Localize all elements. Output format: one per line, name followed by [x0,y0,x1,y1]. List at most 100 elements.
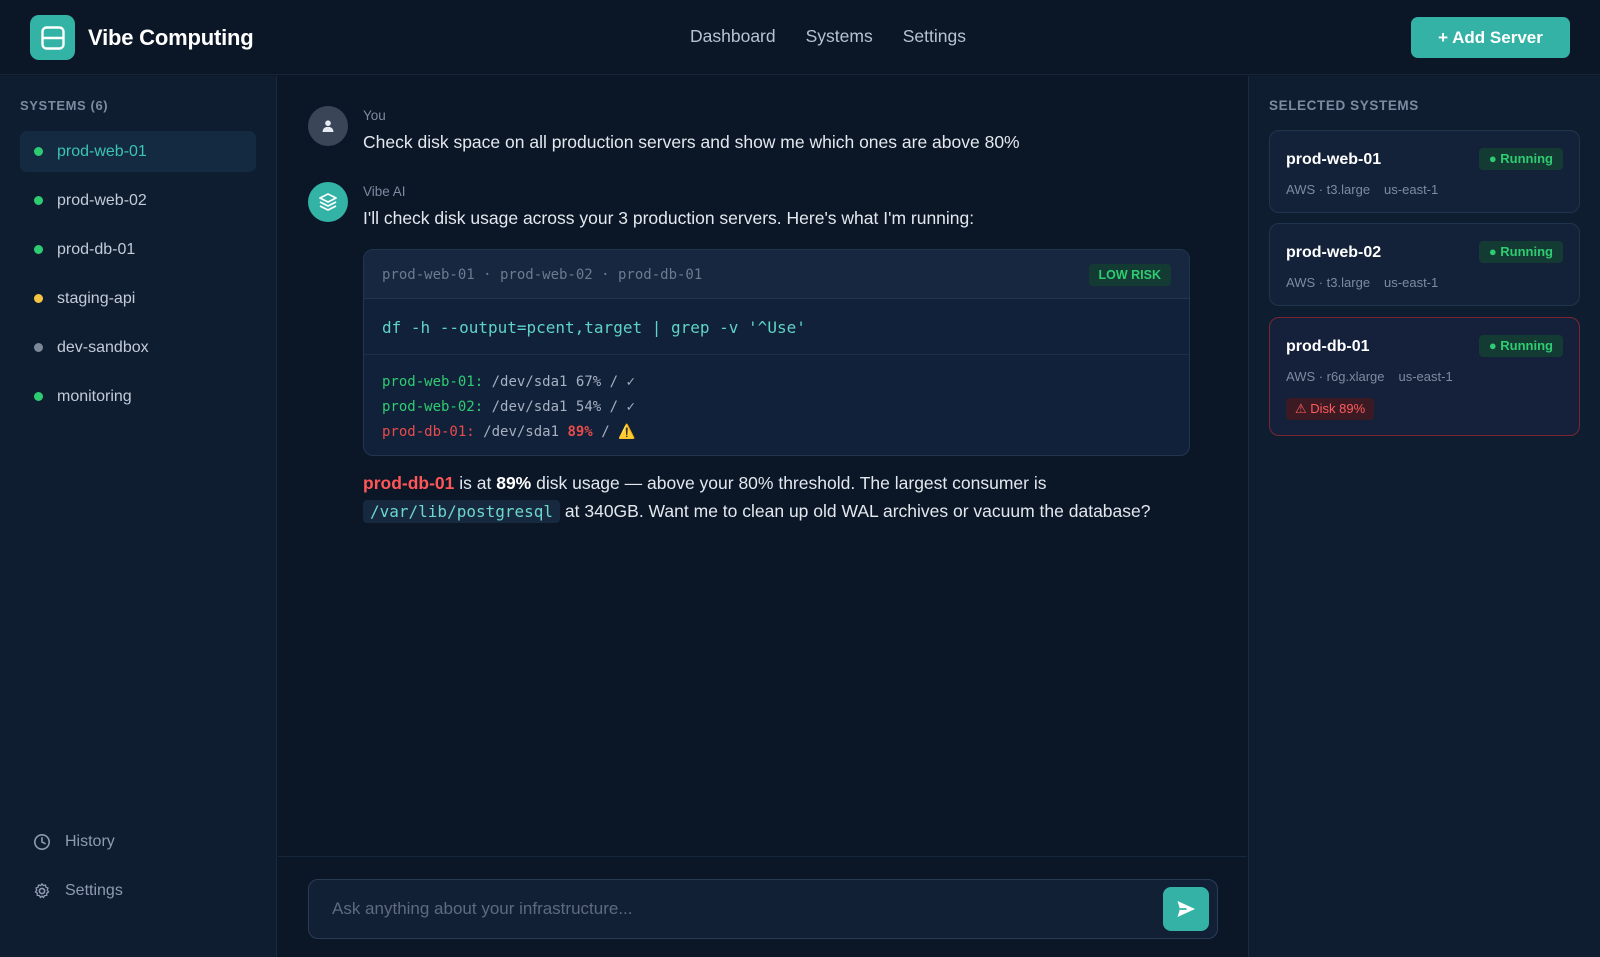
summary-text: is at [454,473,497,493]
status-badge: ● Running [1478,148,1563,170]
status-dot [34,196,43,205]
settings-label: Settings [65,882,123,899]
disk-alert-badge: ⚠ Disk 89% [1286,398,1375,420]
output-path: /dev/sda1 [491,374,568,390]
status-dot [34,392,43,401]
composer [308,879,1218,939]
ai-avatar [308,182,348,222]
output-percent: 67% [575,374,602,390]
nav-settings[interactable]: Settings [903,26,966,47]
output-path: /dev/sda1 [491,399,568,415]
sidebar-item-label: prod-db-01 [57,240,136,258]
sidebar-item-label: prod-web-01 [57,142,147,160]
command-line: df -h --output=pcent,target | grep -v '^… [364,299,1189,355]
gear-icon [34,883,50,899]
output-mount: / [609,374,619,390]
status-dot [34,343,43,352]
warning-icon: ⚠️ [618,424,636,440]
output-host: prod-db-01: [382,424,475,440]
systems-heading: SYSTEMS (6) [20,98,109,113]
top-nav: Dashboard Systems Settings [690,26,966,47]
risk-badge: LOW RISK [1088,264,1171,286]
user-icon [322,120,334,132]
command-text: df -h --output=pcent,target | grep -v '^… [382,318,806,337]
output-path: /dev/sda1 [483,424,560,440]
system-name: prod-web-01 [1286,151,1382,168]
selected-systems-panel: SELECTED SYSTEMS prod-web-01 ● Running A… [1248,76,1600,957]
sidebar-item-prod-web-02[interactable]: prod-web-02 [20,180,256,221]
user-message: You Check disk space on all production s… [308,106,1208,166]
send-button[interactable] [1163,887,1209,931]
systems-sidebar: SYSTEMS (6) prod-web-01 prod-web-02 prod… [0,76,277,957]
system-card-prod-web-01[interactable]: prod-web-01 ● Running AWS · t3.large us-e… [1269,130,1580,213]
systems-list: prod-web-01 prod-web-02 prod-db-01 stagi… [20,131,256,425]
system-card-prod-web-02[interactable]: prod-web-02 ● Running AWS · t3.large us-e… [1269,223,1580,306]
command-card-header: prod-web-01 · prod-web-02 · prod-db-01 L… [364,250,1189,299]
clock-icon [34,834,50,850]
system-region: us-east-1 [1398,369,1453,384]
composer-bar [278,856,1247,957]
message-author: Vibe AI [363,184,406,199]
layers-icon [319,193,337,211]
message-text: I'll check disk usage across your 3 prod… [363,208,975,228]
app-name: Vibe Computing [88,24,254,50]
add-server-button[interactable]: + Add Server [1411,17,1570,58]
output-row: prod-web-02: /dev/sda1 54% / ✓ [382,395,636,420]
status-badge: ● Running [1478,335,1563,357]
status-badge: ● Running [1478,241,1563,263]
sidebar-item-staging-api[interactable]: staging-api [20,278,256,319]
system-meta: AWS · t3.large us-east-1 [1286,275,1438,290]
chat-input[interactable] [309,880,1149,938]
system-provider: AWS · t3.large [1286,275,1371,290]
output-mount: / [601,424,610,440]
message-author: You [363,108,386,123]
system-region: us-east-1 [1384,182,1439,197]
summary-text: disk usage — above your 80% threshold. T… [531,473,1047,493]
sidebar-item-prod-web-01[interactable]: prod-web-01 [20,131,256,172]
output-row: prod-db-01: /dev/sda1 89% / ⚠️ [382,420,636,445]
user-avatar [308,106,348,146]
sidebar-item-prod-db-01[interactable]: prod-db-01 [20,229,256,270]
brand[interactable]: Vibe Computing [30,15,254,60]
system-provider: AWS · t3.large [1286,182,1371,197]
message-text: Check disk space on all production serve… [363,132,1020,152]
sidebar-item-dev-sandbox[interactable]: dev-sandbox [20,327,256,368]
nav-systems[interactable]: Systems [806,26,873,47]
status-dot [34,147,43,156]
output-mount: / [609,399,619,415]
sidebar-footer: History Settings [33,830,123,928]
system-meta: AWS · t3.large us-east-1 [1286,182,1438,197]
chat-area: You Check disk space on all production s… [278,76,1247,957]
status-dot [34,294,43,303]
sidebar-item-monitoring[interactable]: monitoring [20,376,256,417]
system-name: prod-web-02 [1286,244,1382,261]
history-label: History [65,833,115,850]
sidebar-item-label: staging-api [57,289,136,307]
output-percent: 54% [575,399,602,415]
top-bar: Vibe Computing Dashboard Systems Setting… [0,0,1600,75]
output-host: prod-web-02: [382,399,484,415]
sidebar-item-label: prod-web-02 [57,191,147,209]
sidebar-item-label: dev-sandbox [57,338,149,356]
sidebar-item-label: monitoring [57,387,132,405]
selected-systems-heading: SELECTED SYSTEMS [1269,98,1419,113]
summary-path: /var/lib/postgresql [363,500,561,523]
check-icon: ✓ [626,374,635,390]
status-dot [34,245,43,254]
check-icon: ✓ [626,399,635,415]
system-name: prod-db-01 [1286,338,1370,355]
command-output: prod-web-01: /dev/sda1 67% / ✓ prod-web-… [382,370,636,445]
output-percent: 89% [567,424,593,440]
settings-link[interactable]: Settings [33,879,123,903]
ai-summary: prod-db-01 is at 89% disk usage — above … [363,469,1193,526]
output-row: prod-web-01: /dev/sda1 67% / ✓ [382,370,636,395]
output-host: prod-web-01: [382,374,484,390]
history-link[interactable]: History [33,830,123,854]
nav-dashboard[interactable]: Dashboard [690,26,776,47]
system-card-prod-db-01[interactable]: prod-db-01 ● Running AWS · r6g.xlarge us-… [1269,317,1580,436]
summary-percent: 89% [496,473,532,493]
command-targets: prod-web-01 · prod-web-02 · prod-db-01 [382,267,703,283]
summary-text: at 340GB. Want me to clean up old WAL ar… [560,501,1151,521]
system-region: us-east-1 [1384,275,1439,290]
server-logo-icon [30,15,75,60]
